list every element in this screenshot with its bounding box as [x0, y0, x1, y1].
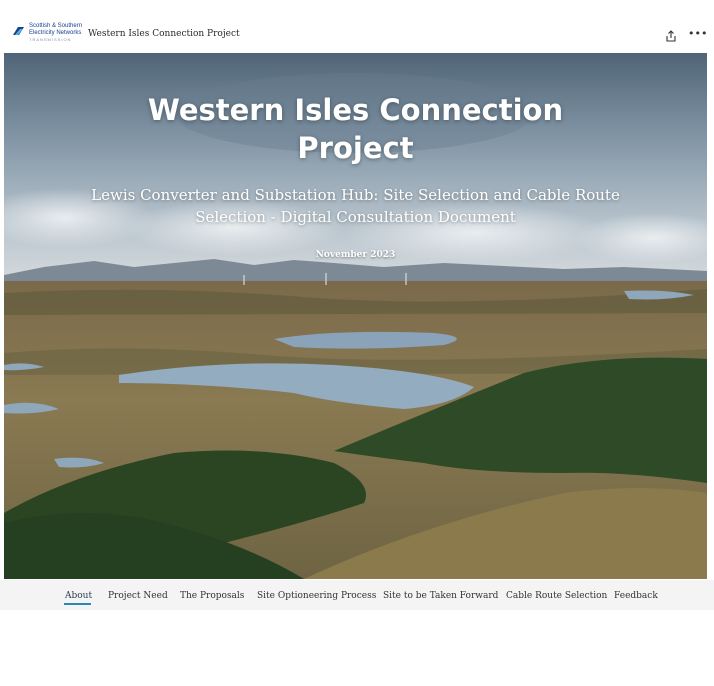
- logo-text-line3: TRANSMISSION: [29, 37, 72, 42]
- ssen-logo[interactable]: Scottish & Southern Electricity Networks…: [10, 22, 82, 46]
- nav-item-site-optioneering-process[interactable]: Site Optioneering Process: [257, 591, 376, 601]
- nav-active-indicator: [64, 603, 91, 605]
- logo-text-line2: Electricity Networks: [29, 30, 82, 36]
- app-title: Western Isles Connection Project: [88, 29, 240, 39]
- nav-item-project-need[interactable]: Project Need: [108, 591, 168, 601]
- share-button[interactable]: [664, 28, 678, 42]
- nav-item-feedback[interactable]: Feedback: [614, 591, 658, 601]
- nav-item-site-to-be-taken-forward[interactable]: Site to be Taken Forward: [383, 591, 498, 601]
- hero-banner: Western Isles Connection Project Lewis C…: [4, 53, 707, 579]
- logo-text-line1: Scottish & Southern: [29, 23, 83, 29]
- hero-subtitle-line2: Selection - Digital Consultation Documen…: [195, 208, 516, 226]
- top-bar: Scottish & Southern Electricity Networks…: [0, 0, 714, 52]
- hero-title: Western Isles Connection Project: [4, 91, 707, 167]
- more-options-icon: •••: [688, 27, 708, 40]
- section-navigation: About Project Need The Proposals Site Op…: [0, 580, 714, 610]
- hero-subtitle-line1: Lewis Converter and Substation Hub: Site…: [91, 186, 620, 204]
- nav-item-the-proposals[interactable]: The Proposals: [180, 591, 244, 601]
- more-options-button[interactable]: •••: [688, 27, 707, 41]
- hero-subtitle: Lewis Converter and Substation Hub: Site…: [64, 184, 647, 228]
- hero-title-line2: Project: [297, 131, 414, 165]
- ssen-logo-icon: [13, 27, 24, 35]
- share-icon: [666, 30, 676, 42]
- hero-title-line1: Western Isles Connection: [147, 93, 564, 127]
- nav-item-about[interactable]: About: [65, 591, 92, 601]
- hero-date: November 2023: [315, 250, 396, 260]
- nav-item-cable-route-selection[interactable]: Cable Route Selection: [506, 591, 607, 601]
